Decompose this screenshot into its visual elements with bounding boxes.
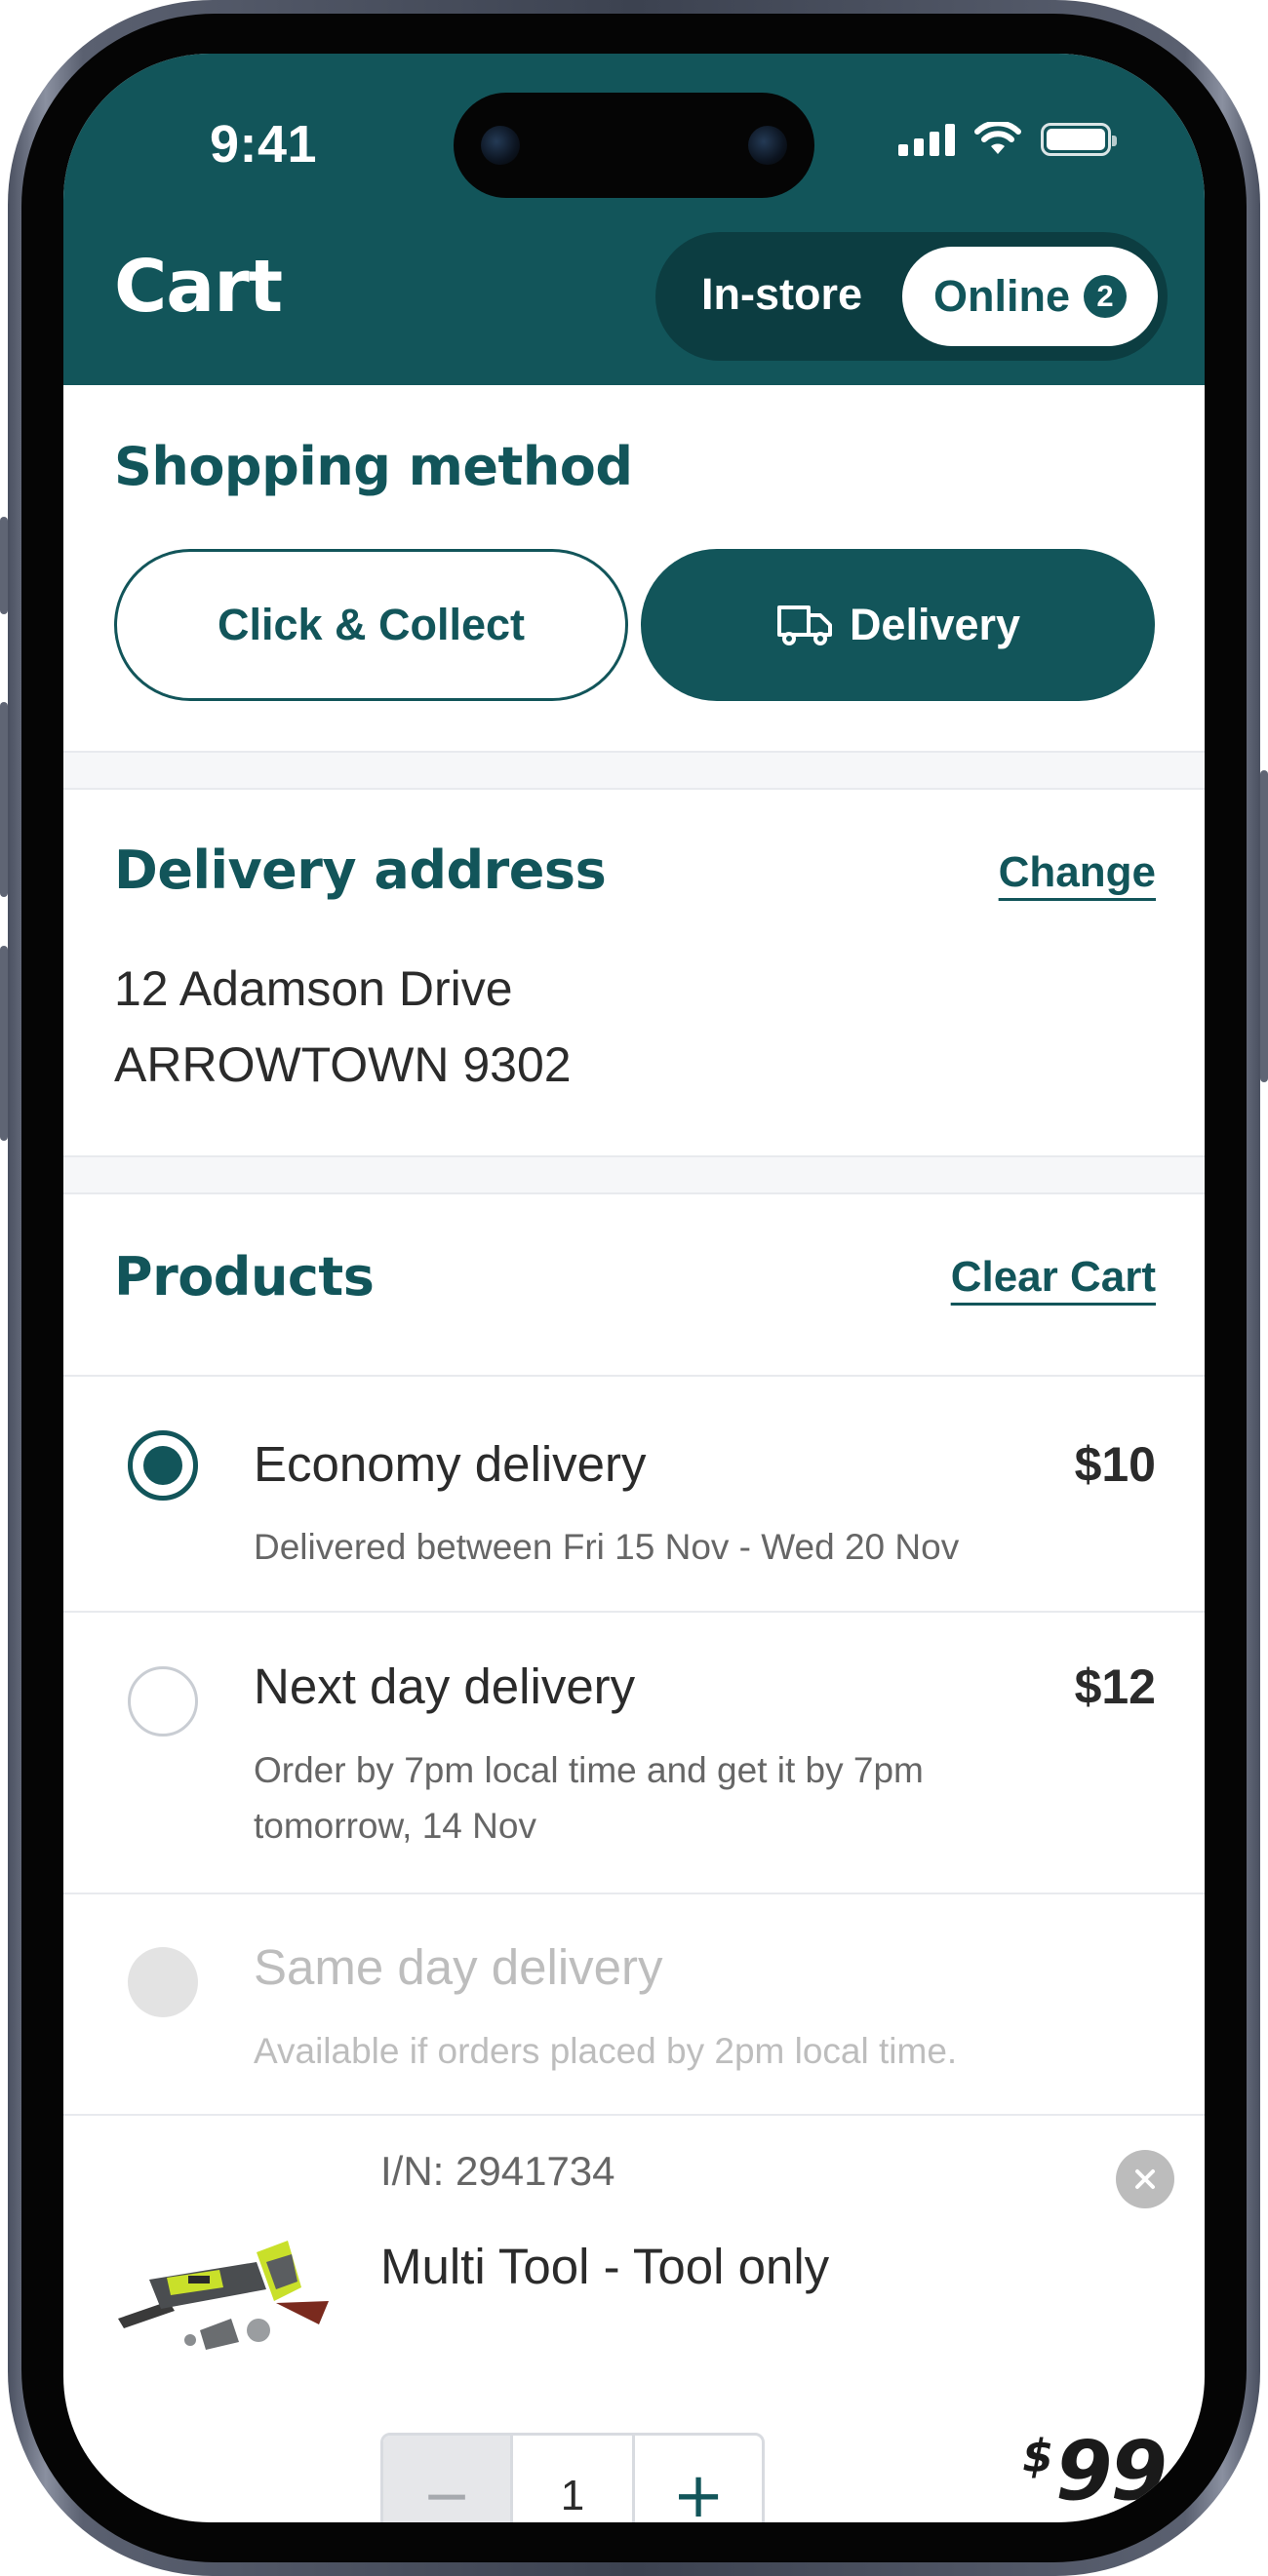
option-title: Same day delivery — [254, 1939, 663, 1995]
option-desc: Available if orders placed by 2pm local … — [254, 2031, 958, 2071]
click-collect-label: Click & Collect — [217, 600, 526, 649]
page-title: Cart — [114, 245, 283, 329]
dynamic-island — [454, 93, 814, 198]
side-button-power — [1260, 770, 1268, 1082]
price-currency: $ — [1022, 2430, 1053, 2482]
address-line-1: 12 Adamson Drive — [114, 961, 513, 1016]
camera-icon — [481, 126, 520, 165]
multi-tool-image — [118, 2241, 329, 2350]
option-desc: Delivered between Fri 15 Nov - Wed 20 No… — [254, 1527, 960, 1567]
toggle-instore[interactable]: In-store — [701, 269, 862, 320]
increase-quantity-button[interactable]: + — [635, 2436, 762, 2522]
same-day-delivery-radio — [128, 1947, 198, 2017]
divider — [63, 1611, 1205, 1613]
header: 9:41 Cart In-store Online 2 — [63, 54, 1205, 385]
option-price: $12 — [1074, 1659, 1156, 1714]
item-name: Multi Tool - Tool only — [380, 2239, 830, 2294]
toggle-online[interactable]: Online 2 — [902, 247, 1158, 346]
click-collect-button[interactable]: Click & Collect — [114, 549, 628, 701]
shopping-method-title: Shopping method — [114, 436, 633, 497]
screen: 9:41 Cart In-store Online 2 Shopping met… — [63, 54, 1205, 2522]
quantity-stepper: − 1 + — [380, 2433, 765, 2522]
close-icon — [1135, 2169, 1155, 2189]
truck-icon — [776, 605, 832, 645]
side-button-volume-down — [0, 946, 8, 1141]
side-button-mute — [0, 517, 8, 614]
status-time: 9:41 — [210, 115, 318, 174]
delivery-address-title: Delivery address — [114, 839, 607, 901]
change-address-link[interactable]: Change — [999, 848, 1156, 897]
next-day-delivery-radio[interactable] — [128, 1666, 198, 1737]
channel-toggle: In-store Online 2 — [655, 232, 1168, 361]
wifi-icon — [974, 122, 1021, 154]
online-count-badge: 2 — [1084, 275, 1127, 318]
remove-item-button[interactable] — [1116, 2150, 1174, 2208]
side-button-volume-up — [0, 702, 8, 897]
minus-icon: − — [421, 2462, 472, 2522]
option-desc: Order by 7pm local time and get it by 7p… — [254, 1750, 924, 1846]
battery-icon — [1041, 123, 1117, 156]
divider — [63, 1375, 1205, 1377]
signal-icon — [898, 123, 955, 156]
divider — [63, 2114, 1205, 2116]
toggle-online-label: Online — [932, 271, 1070, 321]
divider — [63, 1893, 1205, 1894]
delivery-button[interactable]: Delivery — [641, 549, 1155, 701]
item-price: $99 — [1022, 2423, 1168, 2518]
section-divider — [63, 1155, 1205, 1194]
option-title: Next day delivery — [254, 1659, 636, 1714]
section-divider — [63, 751, 1205, 790]
price-value: 99 — [1055, 2423, 1168, 2518]
clear-cart-link[interactable]: Clear Cart — [951, 1253, 1156, 1302]
quantity-value[interactable]: 1 — [510, 2436, 635, 2522]
economy-delivery-radio[interactable] — [128, 1430, 198, 1501]
plus-icon: + — [672, 2460, 725, 2522]
delivery-label: Delivery — [849, 600, 1021, 649]
sensor-icon — [748, 126, 787, 165]
option-price: $10 — [1074, 1437, 1156, 1492]
decrease-quantity-button[interactable]: − — [383, 2436, 510, 2522]
address-line-2: ARROWTOWN 9302 — [114, 1037, 572, 1092]
option-title: Economy delivery — [254, 1436, 647, 1492]
status-icons — [898, 122, 1117, 157]
products-title: Products — [114, 1246, 375, 1308]
item-number: I/N: 2941734 — [380, 2148, 615, 2194]
